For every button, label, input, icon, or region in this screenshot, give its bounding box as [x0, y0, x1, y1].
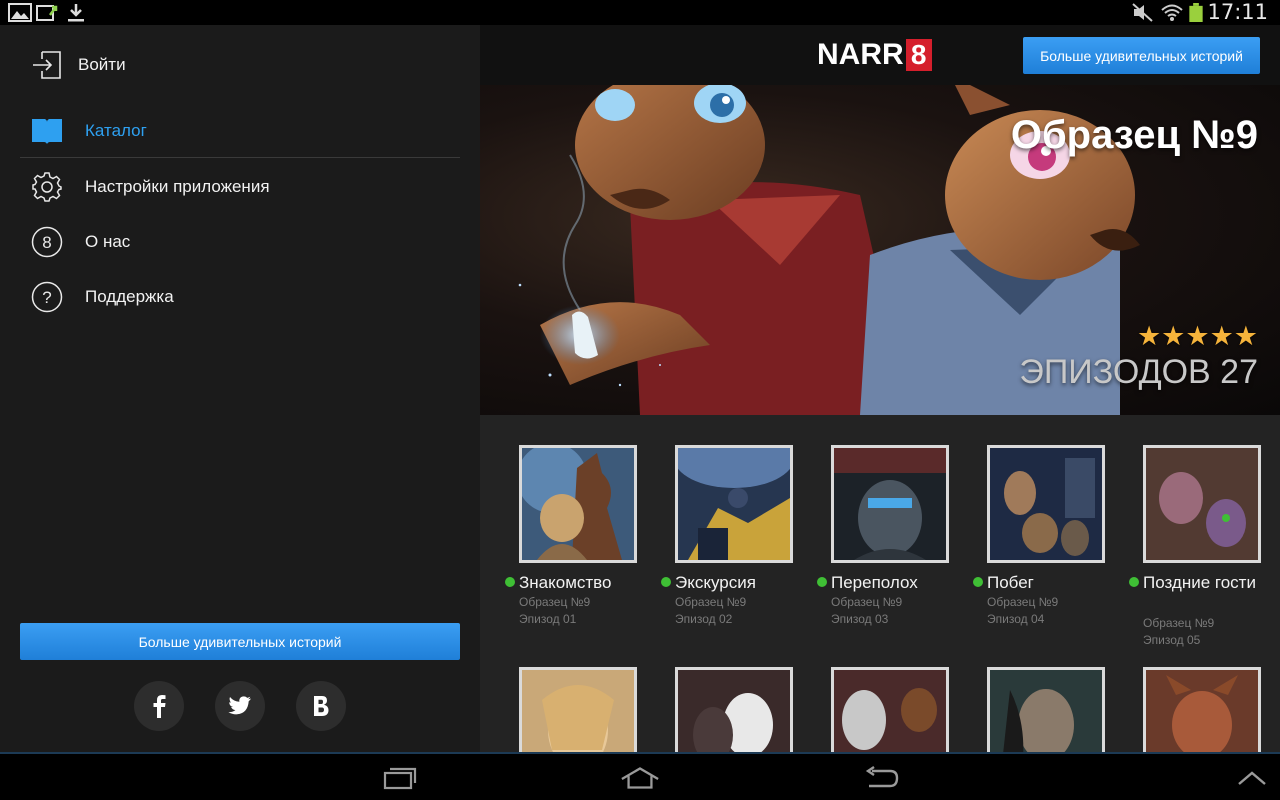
wifi-icon: [1161, 4, 1183, 21]
logo-text: NARR: [817, 38, 904, 71]
svg-text:8: 8: [42, 233, 51, 252]
menu-label-settings: Настройки приложения: [85, 177, 270, 196]
logo-digit: 8: [905, 39, 932, 71]
back-button[interactable]: [862, 764, 902, 792]
episode-title: Экскурсия: [675, 573, 756, 592]
episode-thumbnail: [674, 428, 794, 563]
episode-series: Образец №9: [1143, 616, 1215, 630]
vk-icon: [314, 696, 329, 716]
menu-label-about: О нас: [85, 232, 131, 251]
login-label: Войти: [78, 55, 126, 74]
facebook-icon: [153, 695, 166, 718]
episode-grid: Знакомство Образец №9 Эпизод 01 Экскурси…: [480, 415, 1280, 752]
twitter-icon: [228, 696, 251, 715]
narr8-logo: NARR 8: [817, 39, 932, 71]
recent-apps-button[interactable]: [380, 764, 420, 792]
login-button[interactable]: Войти: [32, 49, 126, 81]
new-indicator: [661, 577, 671, 587]
episode-thumbnail[interactable]: [831, 667, 949, 752]
episode-series: Образец №9: [987, 595, 1059, 609]
episode-thumbnail: [517, 443, 637, 563]
featured-series-banner[interactable]: Образец №9 ★★★★★ ЭПИЗОДОВ 27: [480, 85, 1280, 415]
app-header: NARR 8 Больше удивительных историй: [480, 25, 1280, 85]
menu-label-support: Поддержка: [85, 287, 174, 306]
episode-title: Поздние гости: [1143, 573, 1256, 592]
status-bar: 17:11: [0, 0, 1280, 25]
new-indicator: [505, 577, 515, 587]
question-circle-icon: ?: [30, 280, 64, 314]
episode-count: ЭПИЗОДОВ 27: [1019, 353, 1258, 391]
more-stories-button[interactable]: Больше удивительных историй: [20, 623, 460, 660]
home-icon: [621, 767, 659, 789]
svg-text:?: ?: [42, 288, 51, 307]
menu-item-support[interactable]: ? Поддержка: [30, 277, 460, 317]
episode-number: Эпизод 01: [519, 612, 577, 626]
episode-thumbnail[interactable]: [675, 667, 793, 752]
menu-item-settings[interactable]: Настройки приложения: [30, 167, 460, 207]
gallery-icon: [8, 3, 32, 22]
home-button[interactable]: [620, 764, 660, 792]
login-icon: [33, 51, 61, 79]
twitter-button[interactable]: [215, 681, 265, 731]
episode-number: Эпизод 02: [675, 612, 733, 626]
episode-thumbnail[interactable]: [1143, 667, 1261, 752]
episode-thumbnail: [987, 445, 1105, 563]
episode-series: Образец №9: [519, 595, 591, 609]
facebook-button[interactable]: [134, 681, 184, 731]
menu-divider: [20, 157, 460, 158]
episode-title: Побег: [987, 573, 1034, 592]
new-indicator: [1129, 577, 1139, 587]
new-indicator: [817, 577, 827, 587]
chevron-up-icon: [1238, 771, 1266, 785]
episode-thumbnail[interactable]: [519, 667, 637, 752]
menu-item-about[interactable]: 8 О нас: [30, 222, 460, 262]
header-more-stories-button[interactable]: Больше удивительных историй: [1023, 37, 1260, 74]
menu-item-catalog[interactable]: Каталог: [30, 111, 460, 151]
episode-title: Знакомство: [519, 573, 612, 592]
vk-button[interactable]: [296, 681, 346, 731]
recent-apps-icon: [383, 767, 417, 790]
system-nav-bar: [0, 752, 1280, 800]
navigation-drawer: Войти Каталог Настройки приложения 8 О н…: [0, 25, 480, 752]
episode-series: Образец №9: [675, 595, 747, 609]
clock: 17:11: [1207, 0, 1268, 24]
battery-icon: [1189, 3, 1203, 22]
mute-icon: [1132, 3, 1153, 22]
series-title: Образец №9: [1010, 113, 1258, 157]
episode-series: Образец №9: [831, 595, 903, 609]
rating-stars: ★★★★★: [1136, 321, 1258, 351]
episode-thumbnail[interactable]: [987, 667, 1105, 752]
new-indicator: [973, 577, 983, 587]
collapse-button[interactable]: [1232, 764, 1272, 792]
book-icon: [30, 114, 64, 148]
menu-label-catalog: Каталог: [85, 121, 147, 140]
episode-title: Переполох: [831, 573, 918, 592]
sync-icon: [36, 5, 58, 21]
eight-circle-icon: 8: [30, 225, 64, 259]
episode-number: Эпизод 05: [1143, 633, 1201, 647]
episode-thumbnail: [1143, 445, 1261, 563]
back-icon: [865, 766, 899, 788]
download-icon: [68, 4, 84, 22]
episode-thumbnail: [831, 445, 949, 563]
episode-number: Эпизод 03: [831, 612, 889, 626]
gear-icon: [30, 170, 64, 204]
episode-number: Эпизод 04: [987, 612, 1045, 626]
catalog-content: NARR 8 Больше удивительных историй Образ…: [480, 25, 1280, 752]
